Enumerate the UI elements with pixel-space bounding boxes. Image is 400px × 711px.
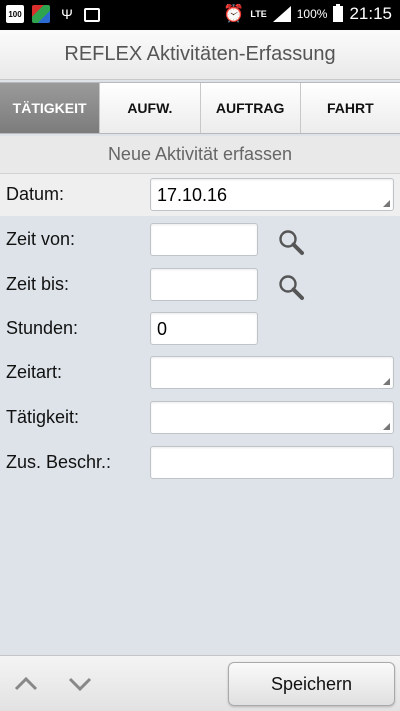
status-bar: 100 Ψ ⏰ LTE 100% 21:15 — [0, 0, 400, 30]
taetigkeit-row: Tätigkeit: — [0, 397, 400, 439]
zeitart-label: Zeitart: — [6, 362, 63, 382]
usb-icon: Ψ — [61, 6, 73, 22]
dropdown-corner-icon — [383, 378, 390, 385]
chevron-down-icon[interactable] — [66, 672, 94, 696]
tab-bar: TÄTIGKEIT AUFW. AUFTRAG FAHRT — [0, 82, 400, 134]
app-title: REFLEX Aktivitäten-Erfassung — [64, 43, 336, 65]
zeit-von-search-icon[interactable] — [276, 227, 306, 257]
datum-field[interactable]: 17.10.16 — [150, 178, 394, 211]
dropdown-corner-icon — [383, 423, 390, 430]
alarm-icon: ⏰ — [223, 4, 245, 23]
zus-beschr-row: Zus. Beschr.: — [0, 442, 400, 484]
clock: 21:15 — [349, 4, 392, 23]
datum-row: Datum: 17.10.16 — [0, 174, 400, 216]
datum-value: 17.10.16 — [157, 185, 228, 205]
bottom-bar: Speichern — [0, 655, 400, 711]
stunden-value: 0 — [157, 319, 168, 339]
notification-icons: 100 Ψ — [6, 5, 100, 23]
system-icons: ⏰ LTE 100% 21:15 — [223, 4, 392, 24]
battery-level: 100% — [296, 7, 328, 21]
tab-aufwand[interactable]: AUFW. — [100, 83, 201, 133]
zeitart-row: Zeitart: — [0, 352, 400, 394]
image-icon — [84, 8, 100, 22]
zeit-von-field[interactable] — [150, 223, 258, 256]
network-type: LTE — [250, 8, 267, 19]
taetigkeit-select[interactable] — [150, 401, 394, 434]
zeit-bis-row: Zeit bis: — [0, 264, 400, 306]
zeit-bis-label: Zeit bis: — [6, 274, 70, 294]
chevron-up-icon[interactable] — [12, 672, 40, 696]
app-title-bar: REFLEX Aktivitäten-Erfassung — [0, 30, 400, 80]
zeitart-select[interactable] — [150, 356, 394, 389]
tab-taetigkeit[interactable]: TÄTIGKEIT — [0, 83, 101, 133]
zus-beschr-label: Zus. Beschr.: — [6, 452, 112, 472]
zeit-von-row: Zeit von: — [0, 219, 400, 261]
datum-label: Datum: — [6, 184, 65, 204]
taetigkeit-label: Tätigkeit: — [6, 407, 80, 427]
section-title: Neue Aktivität erfassen — [0, 136, 400, 174]
tab-fahrt[interactable]: FAHRT — [300, 83, 400, 133]
stunden-row: Stunden: 0 — [0, 308, 400, 350]
dropdown-corner-icon — [383, 200, 390, 207]
zus-beschr-field[interactable] — [150, 446, 394, 479]
stunden-label: Stunden: — [6, 318, 79, 338]
zeit-von-label: Zeit von: — [6, 229, 76, 249]
signal-icon — [272, 6, 291, 22]
stunden-field[interactable]: 0 — [150, 312, 258, 345]
app-notification-icon — [32, 5, 50, 23]
zeit-bis-field[interactable] — [150, 268, 258, 301]
notification-badge-icon: 100 — [6, 5, 24, 23]
tab-auftrag[interactable]: AUFTRAG — [200, 83, 301, 133]
zeit-bis-search-icon[interactable] — [276, 272, 306, 302]
save-button[interactable]: Speichern — [228, 662, 395, 706]
battery-icon — [333, 4, 344, 22]
